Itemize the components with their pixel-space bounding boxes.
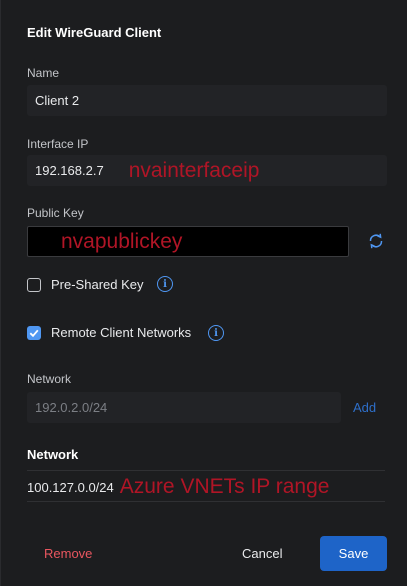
name-label: Name — [27, 66, 60, 80]
checkmark-icon — [29, 329, 39, 338]
network-input[interactable]: 192.0.2.0/24 — [27, 392, 341, 423]
network-input-placeholder: 192.0.2.0/24 — [35, 400, 108, 415]
info-icon[interactable]: i — [208, 325, 224, 341]
network-annotation: Azure VNETs IP range — [119, 475, 330, 498]
cancel-button[interactable]: Cancel — [242, 546, 282, 561]
network-input-label: Network — [27, 372, 72, 386]
refresh-icon[interactable] — [367, 232, 385, 250]
public-key-field[interactable]: nvapublickey — [27, 226, 349, 257]
edit-wireguard-client-dialog: Edit WireGuard Client Name Client 2 Inte… — [0, 0, 407, 586]
add-network-button[interactable]: Add — [353, 400, 376, 415]
interface-ip-annotation: nvainterfaceip — [128, 158, 260, 182]
dialog-title: Edit WireGuard Client — [27, 25, 162, 40]
remote-client-networks-checkbox[interactable] — [27, 326, 41, 340]
interface-ip-field[interactable]: 192.168.2.7 nvainterfaceip — [27, 155, 387, 186]
pre-shared-key-checkbox[interactable] — [27, 278, 41, 292]
interface-ip-value: 192.168.2.7 — [35, 163, 104, 178]
name-field[interactable]: Client 2 — [27, 85, 387, 116]
interface-ip-label: Interface IP — [27, 137, 89, 151]
divider — [27, 501, 385, 502]
name-value: Client 2 — [35, 93, 80, 108]
save-button[interactable]: Save — [320, 536, 387, 571]
remote-client-networks-label: Remote Client Networks — [51, 325, 192, 340]
info-icon[interactable]: i — [157, 276, 173, 292]
network-list-header: Network — [27, 447, 79, 462]
public-key-annotation: nvapublickey — [61, 230, 183, 253]
network-list-item: 100.127.0.0/24 Azure VNETs IP range — [27, 473, 385, 501]
network-value: 100.127.0.0/24 — [27, 479, 114, 495]
divider — [27, 470, 385, 471]
remove-button[interactable]: Remove — [44, 546, 92, 561]
pre-shared-key-label: Pre-Shared Key — [51, 277, 144, 292]
public-key-label: Public Key — [27, 206, 84, 220]
